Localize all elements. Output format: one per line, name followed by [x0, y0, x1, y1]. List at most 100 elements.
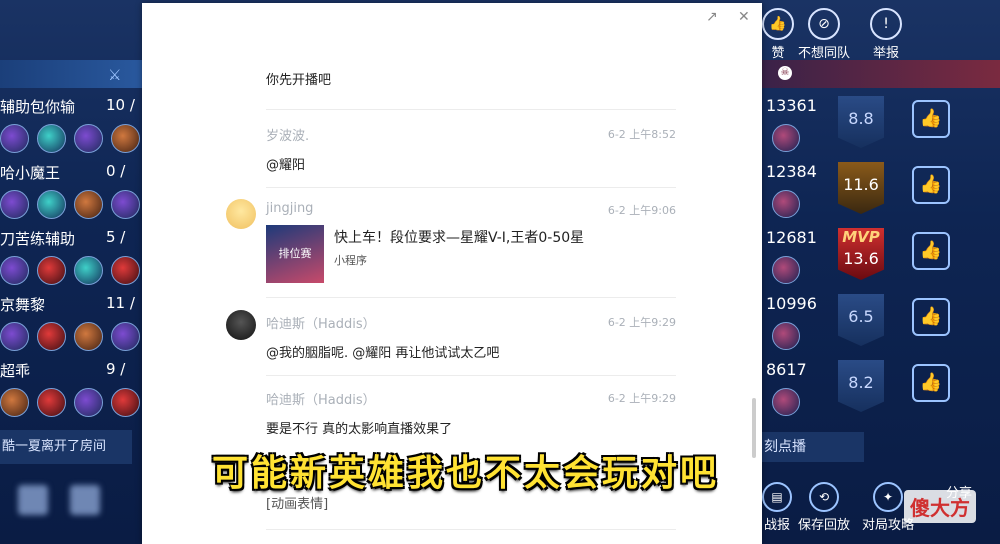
rating-badge: 8.8: [838, 96, 884, 148]
like-icon[interactable]: 👍: [912, 232, 950, 270]
divider: [266, 529, 676, 530]
player-kills: 0 /: [106, 162, 126, 180]
like-icon[interactable]: 👍: [912, 364, 950, 402]
action-label: 不想同队: [798, 46, 851, 61]
item-icon: [74, 190, 103, 219]
right-player-row[interactable]: 12681 13.6 MVP 👍: [762, 222, 1000, 288]
blurred-icon: [70, 485, 100, 515]
player-kills: 9 /: [106, 360, 126, 378]
battle-report-button[interactable]: ▤ 战报: [762, 482, 792, 533]
like-icon[interactable]: 👍: [912, 298, 950, 336]
item-icon: [0, 190, 29, 219]
player-name: 京舞黎: [0, 296, 46, 314]
left-player-row[interactable]: 京舞黎 11 /: [0, 288, 150, 354]
item-icon: [0, 322, 29, 351]
player-kills: 11 /: [106, 294, 135, 312]
item-icon: [111, 256, 140, 285]
rating-badge: 8.2: [838, 360, 884, 412]
chat-message: 岁波波. 6-2 上午8:52 @耀阳: [266, 125, 676, 173]
sword-icon: ⚔: [108, 66, 122, 84]
item-icon: [0, 124, 29, 153]
rating-badge: 11.6: [838, 162, 884, 214]
right-player-row[interactable]: 10996 6.5 👍: [762, 288, 1000, 354]
item-icon: [772, 190, 800, 218]
no-team-icon: ⊘: [808, 8, 840, 40]
item-icon: [74, 322, 103, 351]
item-icon: [111, 190, 140, 219]
item-icon: [37, 388, 66, 417]
message-text: @我的胭脂呢. @耀阳 再让他试试太乙吧: [266, 346, 500, 361]
share-icon[interactable]: ↗: [706, 9, 718, 25]
item-icon: [772, 124, 800, 152]
left-player-row[interactable]: 辅助包你输 10 /: [0, 90, 150, 156]
skull-icon: ☠: [778, 66, 792, 80]
save-replay-button[interactable]: ⟲ 保存回放: [798, 482, 850, 533]
mvp-label: MVP: [842, 228, 880, 246]
no-team-button[interactable]: ⊘ 不想同队: [798, 8, 850, 61]
player-kills: 10 /: [106, 96, 135, 114]
like-action-button[interactable]: 👍 赞: [762, 8, 794, 61]
like-icon[interactable]: 👍: [912, 166, 950, 204]
thumb-icon: 👍: [762, 8, 794, 40]
message-text: 你先开播吧: [266, 73, 332, 88]
broadcast-button[interactable]: 刻点播: [762, 432, 864, 462]
replay-icon: ⟲: [809, 482, 839, 512]
mini-program-type: 小程序: [334, 254, 367, 267]
item-icon: [772, 322, 800, 350]
action-label: 保存回放: [798, 518, 851, 533]
mini-program-thumbnail: 排位赛: [266, 225, 324, 283]
left-player-row[interactable]: 刀苦练辅助 5 /: [0, 222, 150, 288]
message-time: 6-2 上午9:29: [607, 392, 676, 405]
item-icon: [111, 388, 140, 417]
item-icon: [772, 256, 800, 284]
scrollbar[interactable]: [752, 398, 756, 458]
divider: [266, 375, 676, 376]
item-icon: [0, 256, 29, 285]
item-icon: [37, 124, 66, 153]
player-name: 刀苦练辅助: [0, 230, 76, 248]
avatar[interactable]: [226, 199, 256, 229]
like-icon[interactable]: 👍: [912, 100, 950, 138]
report-icon: !: [870, 8, 902, 40]
watermark-logo: 傻大方: [904, 490, 976, 523]
message-text: @耀阳: [266, 158, 306, 173]
chat-message: jingjing 6-2 上午9:06: [266, 201, 676, 217]
divider: [266, 297, 676, 298]
left-player-row[interactable]: 哈小魔王 0 /: [0, 156, 150, 222]
item-icon: [37, 190, 66, 219]
item-icon: [37, 256, 66, 285]
report-button[interactable]: ! 举报: [870, 8, 902, 61]
right-player-row[interactable]: 8617 8.2 👍: [762, 354, 1000, 420]
mini-program-card[interactable]: 排位赛 快上车！段位要求—星耀V-I,王者0-50星 小程序: [266, 225, 584, 283]
item-icon: [111, 322, 140, 351]
action-label: 举报: [872, 46, 899, 61]
left-player-row[interactable]: 超乖 9 /: [0, 354, 150, 420]
report-icon: ▤: [762, 482, 792, 512]
player-name: 辅助包你输: [0, 98, 76, 116]
player-name: 超乖: [0, 362, 31, 380]
chat-message: 哈迪斯（Haddis） 6-2 上午9:29 要是不行 真的太影响直播效果了: [266, 389, 676, 437]
room-notice: 酷一夏离开了房间: [0, 430, 132, 464]
item-icon: [74, 388, 103, 417]
player-name: 哈小魔王: [0, 164, 61, 182]
video-subtitle: 可能新英雄我也不太会玩对吧: [212, 453, 720, 494]
chat-message: 哈迪斯（Haddis） 6-2 上午9:29 @我的胭脂呢. @耀阳 再让他试试…: [266, 313, 676, 361]
item-icon: [0, 388, 29, 417]
player-kills: 5 /: [106, 228, 126, 246]
left-scoreboard: ⚔ 辅助包你输 10 / 哈小魔王 0 / 刀苦练辅助 5 / 京舞黎 11 /…: [0, 60, 150, 470]
item-icon: [74, 124, 103, 153]
avatar[interactable]: [226, 310, 256, 340]
player-score: 12681: [766, 228, 817, 247]
right-player-row[interactable]: 12384 11.6 👍: [762, 156, 1000, 222]
mini-program-title: 快上车！段位要求—星耀V-I,王者0-50星: [334, 230, 585, 246]
item-icon: [772, 388, 800, 416]
right-player-row[interactable]: 13361 8.8 👍: [762, 90, 1000, 156]
divider: [266, 109, 676, 110]
item-icon: [74, 256, 103, 285]
player-score: 8617: [766, 360, 807, 379]
right-top-actions: 👍 赞 ⊘ 不想同队 ! 举报: [762, 0, 1000, 61]
message-time: 6-2 上午9:29: [607, 316, 676, 329]
close-icon[interactable]: ✕: [738, 9, 750, 25]
rating-badge: 6.5: [838, 294, 884, 346]
player-score: 13361: [766, 96, 817, 115]
